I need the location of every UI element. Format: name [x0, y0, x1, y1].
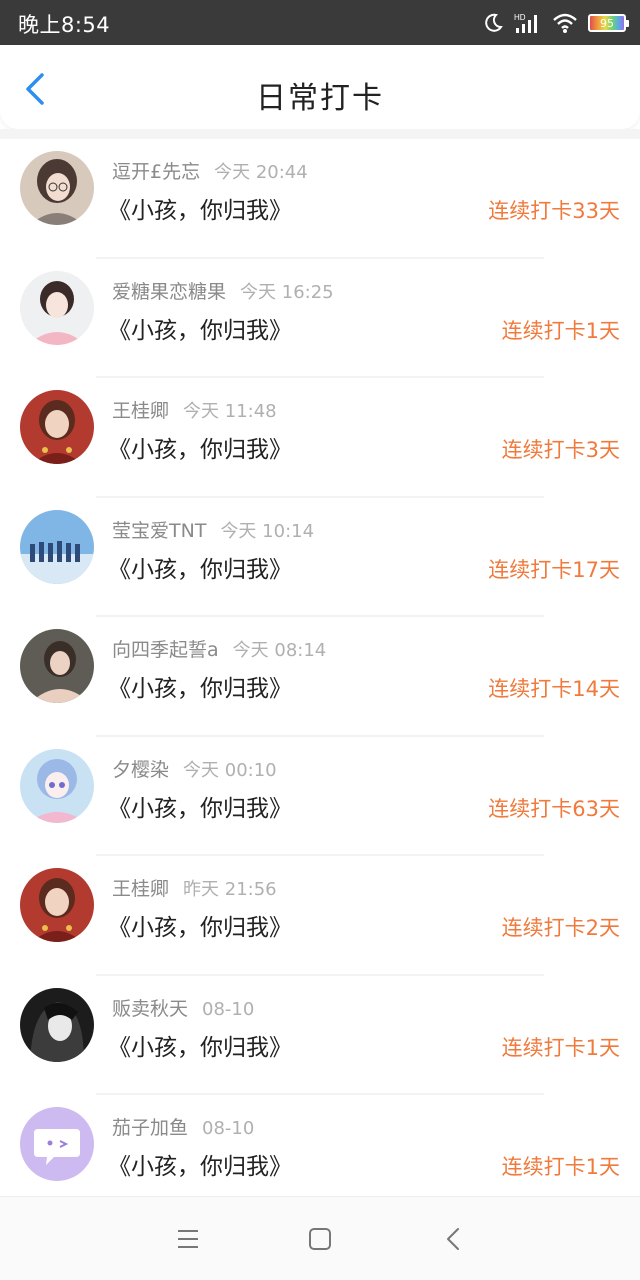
list-item[interactable]: 莹宝爱TNT 今天 10:14 《小孩，你归我》 连续打卡17天 [0, 497, 640, 617]
book-title[interactable]: 《小孩，你归我》 [108, 1028, 292, 1062]
avatar[interactable] [20, 270, 94, 345]
system-nav-bar [0, 1196, 640, 1280]
status-icons: HD 95 [472, 8, 629, 38]
book-title[interactable]: 《小孩，你归我》 [108, 550, 292, 584]
book-title[interactable]: 《小孩，你归我》 [108, 669, 292, 703]
streak-label: 连续打卡33天 [488, 199, 620, 223]
avatar[interactable] [20, 748, 94, 823]
username[interactable]: 爱糖果恋糖果 [112, 281, 226, 303]
back-icon[interactable] [440, 1225, 468, 1253]
meta: 爱糖果恋糖果 今天 16:25 [112, 277, 334, 304]
avatar-image [20, 390, 94, 464]
username[interactable]: 王桂卿 [112, 400, 169, 422]
hd-signal-icon: HD [514, 13, 537, 33]
streak-label: 连续打卡1天 [501, 1035, 620, 1060]
meta: 王桂卿 今天 11:48 [112, 396, 277, 423]
avatar-image [20, 270, 94, 345]
moon-icon [485, 13, 503, 32]
meta: 贩卖秋天 08-10 [112, 994, 254, 1021]
avatar-image [20, 509, 94, 584]
book-title[interactable]: 《小孩，你归我》 [108, 311, 292, 345]
username[interactable]: 王桂卿 [112, 878, 169, 900]
status-time: 晚上8:54 [18, 13, 111, 37]
meta: 向四季起誓a 今天 08:14 [112, 635, 326, 662]
checkin-time: 08-10 [202, 998, 255, 1020]
checkin-time: 昨天 21:56 [183, 879, 277, 900]
username[interactable]: 莹宝爱TNT [112, 520, 206, 542]
book-title[interactable]: 《小孩，你归我》 [108, 430, 292, 464]
meta: 夕樱染 今天 00:10 [112, 755, 277, 782]
username[interactable]: 茄子加鱼 [112, 1117, 188, 1139]
list-item[interactable]: 逗开£先忘 今天 20:44 《小孩，你归我》 连续打卡33天 [0, 139, 640, 259]
list-item[interactable]: 贩卖秋天 08-10 《小孩，你归我》 连续打卡1天 [0, 975, 640, 1095]
wifi-icon [553, 13, 577, 33]
checkin-time: 今天 11:48 [183, 401, 277, 422]
streak-label: 连续打卡3天 [501, 438, 620, 462]
list-item[interactable]: 向四季起誓a 今天 08:14 《小孩，你归我》 连续打卡14天 [0, 617, 640, 737]
meta: 茄子加鱼 08-10 [112, 1113, 254, 1140]
book-title[interactable]: 《小孩，你归我》 [108, 1147, 292, 1181]
meta: 莹宝爱TNT 今天 10:14 [112, 516, 314, 543]
avatar-image [20, 1107, 94, 1181]
username[interactable]: 向四季起誓a [112, 639, 219, 661]
streak-label: 连续打卡63天 [488, 796, 620, 821]
checkin-time: 今天 00:10 [183, 759, 277, 781]
battery-icon: 95 [588, 14, 629, 32]
list-item[interactable]: 王桂卿 昨天 21:56 《小孩，你归我》 连续打卡2天 [0, 856, 640, 976]
checkin-time: 今天 10:14 [220, 520, 315, 542]
avatar-image [20, 868, 94, 942]
avatar-image [20, 151, 94, 225]
username[interactable]: 夕樱染 [112, 759, 169, 781]
avatar-image [20, 987, 94, 1062]
avatar-image [20, 629, 94, 703]
avatar[interactable] [20, 629, 94, 703]
checkin-time: 今天 20:44 [214, 162, 308, 183]
battery-level: 95 [600, 16, 614, 30]
book-title[interactable]: 《小孩，你归我》 [108, 191, 292, 225]
avatar[interactable] [20, 987, 94, 1062]
checkin-list: 逗开£先忘 今天 20:44 《小孩，你归我》 连续打卡33天 爱糖果恋糖果 今天 … [0, 139, 640, 1215]
menu-icon[interactable] [174, 1225, 202, 1253]
header: 日常打卡 [0, 45, 640, 129]
username[interactable]: 贩卖秋天 [112, 998, 188, 1020]
avatar[interactable] [20, 390, 94, 464]
list-item[interactable]: 王桂卿 今天 11:48 《小孩，你归我》 连续打卡3天 [0, 378, 640, 498]
checkin-time: 今天 08:14 [232, 640, 327, 661]
avatar-image [20, 748, 94, 823]
avatar[interactable] [20, 868, 94, 942]
streak-label: 连续打卡17天 [488, 557, 620, 582]
header-gap [0, 129, 640, 139]
book-title[interactable]: 《小孩，你归我》 [108, 789, 292, 823]
page-title: 日常打卡 [256, 81, 384, 116]
username[interactable]: 逗开£先忘 [112, 161, 200, 183]
checkin-time: 08-10 [202, 1118, 255, 1139]
list-item[interactable]: 爱糖果恋糖果 今天 16:25 《小孩，你归我》 连续打卡1天 [0, 258, 640, 378]
svg-text:HD: HD [514, 13, 526, 22]
checkin-time: 今天 16:25 [240, 281, 334, 303]
home-icon[interactable] [306, 1225, 334, 1253]
streak-label: 连续打卡1天 [501, 318, 620, 343]
avatar[interactable] [20, 509, 94, 584]
book-title[interactable]: 《小孩，你归我》 [108, 908, 292, 942]
list-item[interactable]: 夕樱染 今天 00:10 《小孩，你归我》 连续打卡63天 [0, 736, 640, 856]
streak-label: 连续打卡14天 [488, 677, 620, 701]
avatar[interactable] [20, 151, 94, 225]
meta: 逗开£先忘 今天 20:44 [112, 157, 308, 184]
status-bar: 晚上8:54 HD 95 [0, 0, 640, 45]
avatar[interactable] [20, 1107, 94, 1181]
streak-label: 连续打卡1天 [501, 1155, 620, 1179]
meta: 王桂卿 昨天 21:56 [112, 874, 277, 901]
streak-label: 连续打卡2天 [501, 916, 620, 940]
